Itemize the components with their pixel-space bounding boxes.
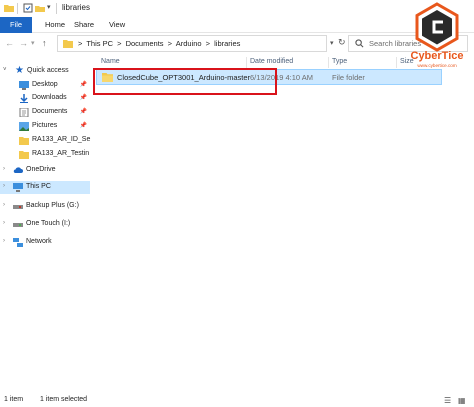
up-arrow-icon[interactable]: ↑ <box>42 38 47 48</box>
sidebar-item-label: Desktop <box>32 81 58 88</box>
drive-icon <box>13 205 23 209</box>
network-icon <box>13 238 23 247</box>
chevron-right-icon[interactable]: › <box>3 166 5 172</box>
drive-icon <box>13 223 23 227</box>
forward-arrow-icon[interactable]: → <box>19 38 28 48</box>
breadcrumb-libraries[interactable]: libraries <box>214 39 240 48</box>
sidebar-item-label: One Touch (I:) <box>26 220 71 227</box>
search-icon <box>355 39 364 48</box>
back-arrow-icon[interactable]: ← <box>5 38 14 48</box>
item-count: 1 item <box>4 396 24 403</box>
recent-dropdown-icon[interactable]: ▾ <box>31 39 35 47</box>
chevron-right-icon[interactable]: › <box>3 238 5 244</box>
breadcrumb-this-pc[interactable]: This PC <box>86 39 113 48</box>
cybertice-logo: CyberTice www.cybertice.com <box>405 2 469 70</box>
pin-icon: 📌 <box>79 95 87 101</box>
selected-count: 1 item selected <box>40 396 88 403</box>
logo-hexagon-icon: CyberTice www.cybertice.com <box>411 2 464 68</box>
navigation-bar: ← → ▾ ↑ > This PC > Documents > Arduino … <box>0 34 474 54</box>
title-divider <box>56 3 57 14</box>
tab-view[interactable]: View <box>101 17 133 33</box>
breadcrumb-separator: > <box>205 39 211 48</box>
pin-icon: 📌 <box>79 109 87 115</box>
refresh-icon[interactable]: ↻ <box>338 37 346 48</box>
sidebar-item-label: Downloads <box>32 94 67 101</box>
folder-icon <box>19 151 29 159</box>
svg-text:CyberTice: CyberTice <box>411 50 464 62</box>
chevron-down-icon[interactable]: ˅ <box>3 67 7 73</box>
chevron-right-icon[interactable]: › <box>3 202 5 208</box>
column-divider[interactable] <box>246 57 247 68</box>
breadcrumb: > This PC > Documents > Arduino > librar… <box>78 39 242 48</box>
star-icon: ★ <box>15 65 24 76</box>
address-bar[interactable]: > This PC > Documents > Arduino > librar… <box>57 35 327 52</box>
sidebar-item-folder-1[interactable]: RA133_AR_ID_Se <box>0 134 90 147</box>
ribbon-tabs: File Home Share View <box>0 17 474 33</box>
tab-share[interactable]: Share <box>66 17 102 33</box>
sidebar-item-pictures[interactable]: Pictures 📌 <box>0 120 90 133</box>
properties-icon[interactable] <box>23 3 33 13</box>
folder-icon <box>4 5 14 12</box>
svg-text:www.cybertice.com: www.cybertice.com <box>417 63 456 68</box>
column-divider[interactable] <box>396 57 397 68</box>
folder-icon <box>19 137 29 145</box>
tab-file[interactable]: File <box>0 17 32 33</box>
sidebar-item-desktop[interactable]: Desktop 📌 <box>0 79 90 92</box>
sidebar-item-downloads[interactable]: Downloads 📌 <box>0 92 90 105</box>
sidebar-item-onedrive[interactable]: › OneDrive <box>0 164 90 177</box>
breadcrumb-separator: > <box>117 39 122 48</box>
sidebar-item-label: Documents <box>32 108 68 115</box>
window-title: libraries <box>62 3 91 12</box>
picture-icon <box>19 122 29 131</box>
sidebar-item-label: Backup Plus (G:) <box>26 202 79 209</box>
status-bar: 1 item 1 item selected ☰ ▦ <box>0 394 474 407</box>
sidebar-item-folder-2[interactable]: RA133_AR_Testin <box>0 148 90 161</box>
sidebar-item-backup-plus[interactable]: › Backup Plus (G:) <box>0 200 90 213</box>
file-type: File folder <box>332 73 365 82</box>
sidebar-item-this-pc[interactable]: › This PC <box>0 181 90 194</box>
sidebar-item-documents[interactable]: Documents 📌 <box>0 106 90 119</box>
column-name[interactable]: Name <box>101 58 120 65</box>
sidebar-item-network[interactable]: › Network <box>0 236 90 249</box>
cloud-icon <box>13 167 23 173</box>
desktop-icon <box>19 81 29 90</box>
breadcrumb-separator: > <box>167 39 173 48</box>
column-date[interactable]: Date modified <box>250 58 293 65</box>
breadcrumb-separator: > <box>78 39 83 48</box>
pin-icon: 📌 <box>79 82 87 88</box>
breadcrumb-arduino[interactable]: Arduino <box>176 39 202 48</box>
sidebar-item-label: This PC <box>26 183 51 190</box>
download-icon <box>20 94 28 103</box>
sidebar-item-label: RA133_AR_Testin <box>32 150 90 157</box>
new-folder-icon[interactable] <box>35 3 45 13</box>
breadcrumb-documents[interactable]: Documents <box>126 39 164 48</box>
address-dropdown-icon[interactable]: ▾ <box>330 39 334 47</box>
sidebar-item-label: Quick access <box>27 67 69 74</box>
sidebar-item-label: Pictures <box>32 122 58 129</box>
qat-divider <box>17 3 18 14</box>
sidebar-item-label: RA133_AR_ID_Se <box>32 136 91 143</box>
pin-icon: 📌 <box>79 123 87 129</box>
document-icon <box>19 108 29 117</box>
sidebar-item-quick-access[interactable]: ˅ ★ Quick access <box>0 65 90 78</box>
folder-icon <box>63 40 73 48</box>
details-view-icon[interactable]: ☰ <box>444 396 451 405</box>
large-icons-view-icon[interactable]: ▦ <box>458 396 466 405</box>
chevron-right-icon[interactable]: › <box>3 183 5 189</box>
qat-dropdown-icon[interactable]: ▾ <box>47 3 51 11</box>
column-divider[interactable] <box>328 57 329 68</box>
sidebar-item-one-touch[interactable]: › One Touch (I:) <box>0 218 90 231</box>
navigation-pane: ˅ ★ Quick access Desktop 📌 Downloads 📌 D… <box>0 55 90 390</box>
sidebar-item-label: OneDrive <box>26 166 56 173</box>
column-type[interactable]: Type <box>332 58 347 65</box>
chevron-right-icon[interactable]: › <box>3 220 5 226</box>
title-bar: ▾ libraries <box>0 0 474 17</box>
computer-icon <box>13 183 23 192</box>
sidebar-item-label: Network <box>26 238 52 245</box>
annotation-highlight-box <box>93 68 277 95</box>
